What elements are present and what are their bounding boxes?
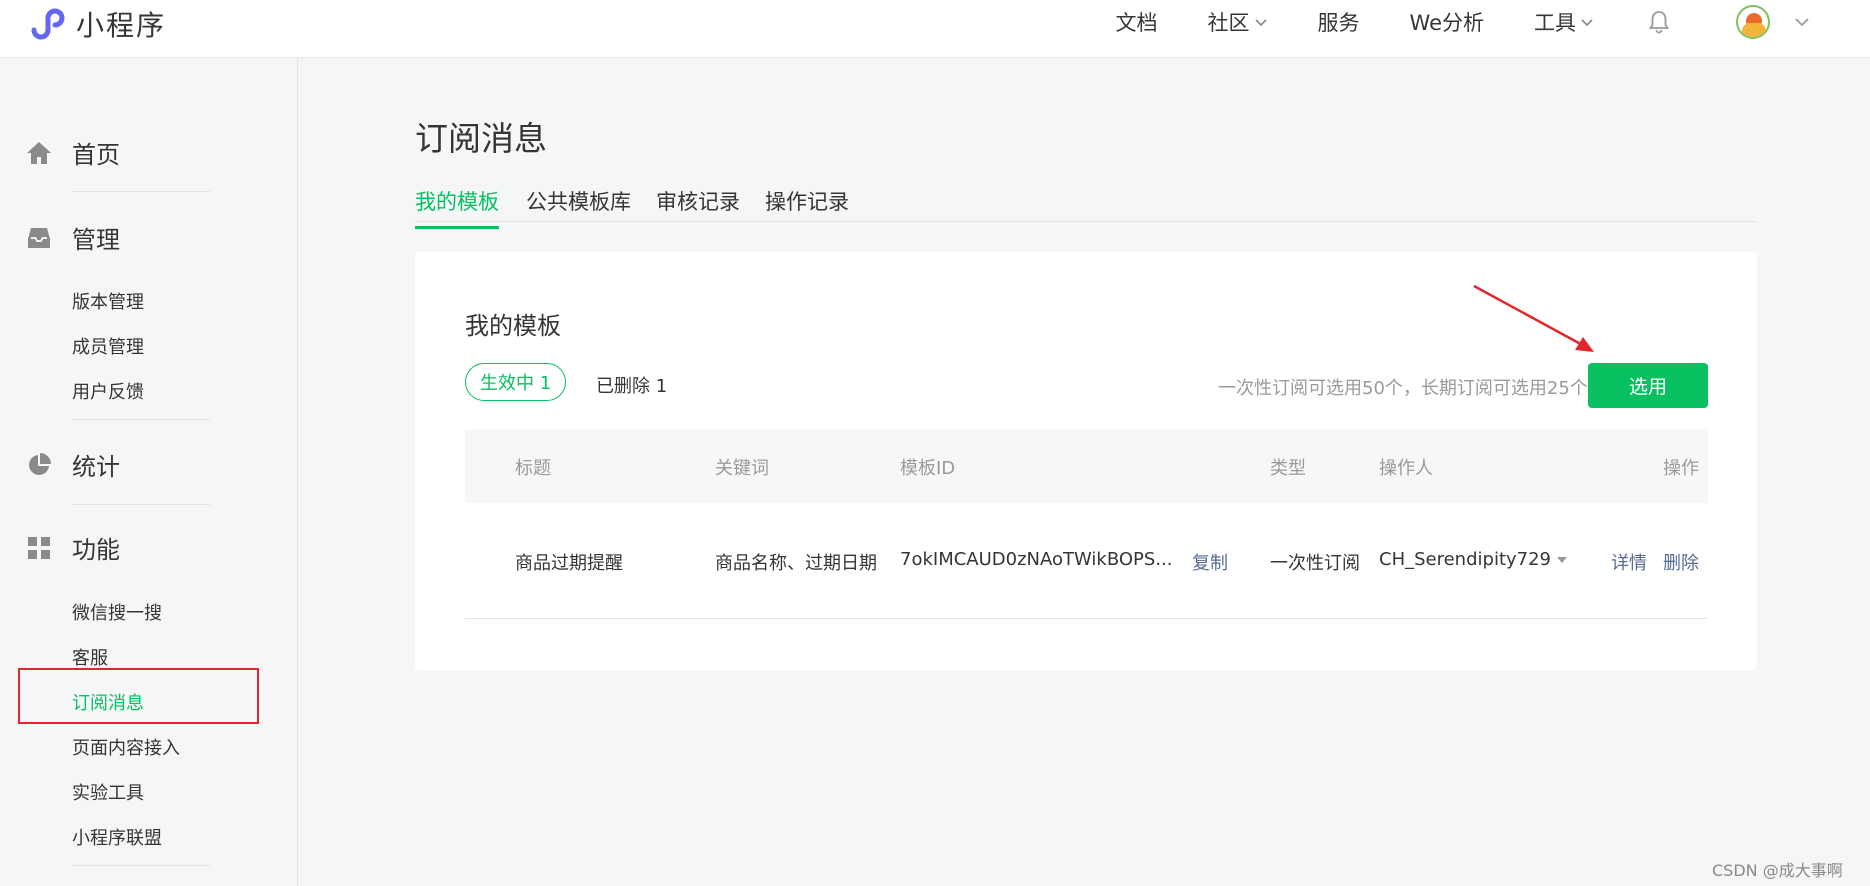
nav-tools[interactable]: 工具 xyxy=(1534,7,1594,37)
annotation-highlight-box xyxy=(18,668,259,724)
grid-icon xyxy=(28,536,50,559)
column-header-actions: 操作 xyxy=(1663,458,1699,479)
sidebar-home-label: 首页 xyxy=(72,141,120,169)
annotation-arrow-icon xyxy=(1473,284,1594,352)
cell-type: 一次性订阅 xyxy=(1270,553,1360,574)
caret-down-icon xyxy=(1557,556,1568,563)
avatar xyxy=(1736,5,1770,39)
cell-operator[interactable]: CH_Serendipity729 xyxy=(1379,549,1568,570)
nav-we-analytics-label: We分析 xyxy=(1409,11,1484,35)
sidebar-item-wechat-search[interactable]: 微信搜一搜 xyxy=(72,599,162,625)
sidebar-item-member-management[interactable]: 成员管理 xyxy=(72,333,144,359)
table-row: 商品过期提醒 商品名称、过期日期 7okIMCAUD0zNAoTWikBOPS.… xyxy=(465,503,1708,619)
select-template-button[interactable]: 选用 xyxy=(1588,363,1708,408)
tab-bar: 我的模板 公共模板库 审核记录 操作记录 xyxy=(415,182,1757,229)
top-navigation-bar: 小程序 文档 社区 服务 We分析 工具 xyxy=(0,0,1870,58)
chevron-down-icon xyxy=(1581,19,1593,27)
tab-review-records[interactable]: 审核记录 xyxy=(656,186,740,226)
column-header-template-id: 模板ID xyxy=(900,458,956,479)
sidebar-item-statistics[interactable]: 统计 xyxy=(26,447,120,482)
nav-services-label: 服务 xyxy=(1317,11,1360,35)
nav-tools-label: 工具 xyxy=(1534,11,1576,35)
sidebar-item-home[interactable]: 首页 xyxy=(26,135,120,170)
bell-icon[interactable] xyxy=(1646,9,1672,35)
sidebar: 首页 管理 版本管理 成员管理 用户反馈 统计 功能 微信搜一搜 客服 订阅消息… xyxy=(0,58,298,886)
pie-chart-icon xyxy=(29,452,51,475)
sidebar-item-customer-service[interactable]: 客服 xyxy=(72,644,108,670)
nav-we-analytics[interactable]: We分析 xyxy=(1410,7,1484,37)
column-header-operator: 操作人 xyxy=(1379,458,1433,479)
card-title: 我的模板 xyxy=(465,312,561,340)
column-header-title: 标题 xyxy=(515,458,551,479)
home-icon xyxy=(27,141,51,164)
nav-community-label: 社区 xyxy=(1207,11,1250,35)
sidebar-item-miniprogram-alliance[interactable]: 小程序联盟 xyxy=(72,824,162,850)
tab-public-template-library[interactable]: 公共模板库 xyxy=(526,186,631,226)
cell-title: 商品过期提醒 xyxy=(515,553,623,574)
tab-my-templates[interactable]: 我的模板 xyxy=(415,186,499,229)
watermark: CSDN @成大事啊 xyxy=(1712,861,1843,880)
sidebar-divider xyxy=(72,504,210,505)
sidebar-divider xyxy=(72,191,210,192)
filter-deleted[interactable]: 已删除 1 xyxy=(596,372,667,398)
delete-link[interactable]: 删除 xyxy=(1663,549,1699,575)
detail-link[interactable]: 详情 xyxy=(1611,549,1647,575)
nav-docs[interactable]: 文档 xyxy=(1116,7,1158,37)
nav-community[interactable]: 社区 xyxy=(1208,7,1268,37)
cell-keywords: 商品名称、过期日期 xyxy=(715,553,877,574)
logo[interactable]: 小程序 xyxy=(26,4,166,44)
logo-text: 小程序 xyxy=(76,9,167,42)
cell-template-id: 7okIMCAUD0zNAoTWikBOPS... xyxy=(900,549,1173,570)
sidebar-item-version-management[interactable]: 版本管理 xyxy=(72,288,144,314)
nav-docs-label: 文档 xyxy=(1115,11,1158,35)
operator-name: CH_Serendipity729 xyxy=(1379,549,1552,570)
inbox-icon xyxy=(28,227,50,248)
quota-hint: 一次性订阅可选用50个，长期订阅可选用25个 xyxy=(1218,378,1588,399)
sidebar-divider xyxy=(72,419,210,420)
chevron-down-icon xyxy=(1795,18,1809,27)
sidebar-item-features[interactable]: 功能 xyxy=(26,530,120,565)
copy-link[interactable]: 复制 xyxy=(1192,549,1228,575)
sidebar-features-label: 功能 xyxy=(72,536,120,564)
column-header-keywords: 关键词 xyxy=(715,458,769,479)
top-nav: 文档 社区 服务 We分析 工具 xyxy=(1066,0,1810,44)
sidebar-manage-label: 管理 xyxy=(72,226,120,254)
chevron-down-icon xyxy=(1254,19,1267,27)
miniprogram-logo-icon xyxy=(31,8,65,40)
nav-services[interactable]: 服务 xyxy=(1318,7,1360,37)
filter-active-badge[interactable]: 生效中 1 xyxy=(465,363,567,401)
page-title: 订阅消息 xyxy=(415,119,547,158)
sidebar-item-manage[interactable]: 管理 xyxy=(26,220,120,255)
user-menu[interactable] xyxy=(1736,5,1810,39)
tab-operation-records[interactable]: 操作记录 xyxy=(765,186,849,226)
sidebar-item-user-feedback[interactable]: 用户反馈 xyxy=(72,378,144,404)
table-header: 标题 关键词 模板ID 类型 操作人 操作 xyxy=(465,429,1708,503)
column-header-type: 类型 xyxy=(1270,458,1306,479)
sidebar-statistics-label: 统计 xyxy=(72,453,120,481)
sidebar-item-page-content-access[interactable]: 页面内容接入 xyxy=(72,734,180,760)
sidebar-item-experiment-tools[interactable]: 实验工具 xyxy=(72,779,144,805)
sidebar-divider xyxy=(72,865,210,866)
